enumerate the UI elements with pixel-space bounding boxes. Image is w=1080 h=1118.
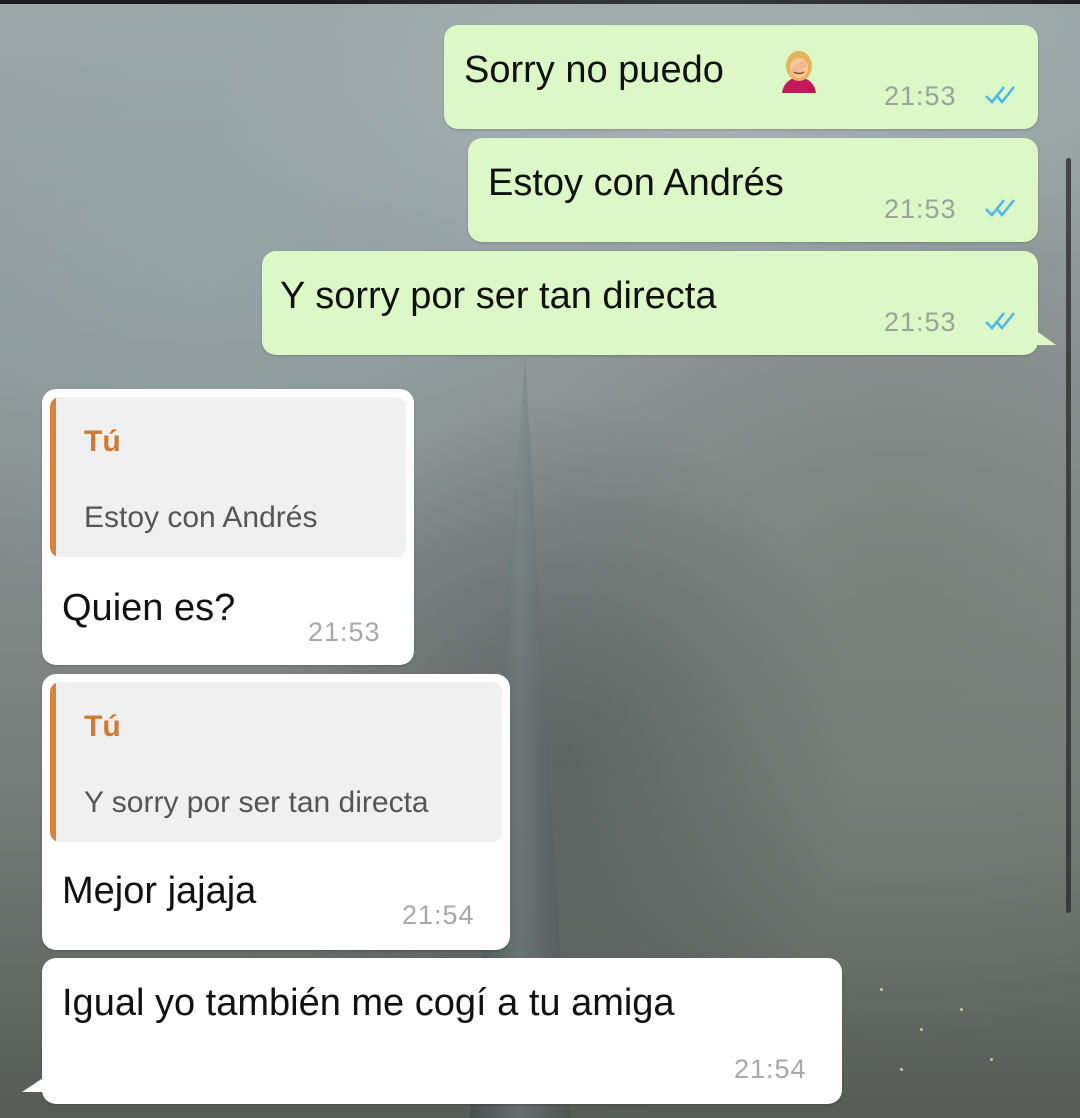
bubble-tail <box>1034 329 1056 345</box>
quoted-message[interactable]: Tú Estoy con Andrés <box>50 397 406 557</box>
read-ticks-icon <box>985 312 1016 331</box>
quote-author: Tú <box>84 425 121 458</box>
message-time: 21:53 <box>308 617 381 647</box>
scrollbar[interactable] <box>1066 158 1071 913</box>
read-ticks-icon <box>985 86 1016 105</box>
message-time: 21:53 <box>884 194 957 224</box>
quote-text: Y sorry por ser tan directa <box>84 786 429 819</box>
message-text: Estoy con Andrés <box>488 162 784 204</box>
message-text: Y sorry por ser tan directa <box>280 275 717 317</box>
incoming-message[interactable]: Tú Estoy con Andrés Quien es? 21:53 <box>42 389 414 665</box>
message-text: Mejor jajaja <box>62 870 257 912</box>
outgoing-message[interactable]: Y sorry por ser tan directa 21:53 <box>262 251 1056 355</box>
message-time: 21:54 <box>402 900 475 930</box>
message-text: Sorry no puedo <box>464 49 724 91</box>
message-time: 21:53 <box>884 307 957 337</box>
background-city-lights <box>860 958 1020 1088</box>
read-ticks-icon <box>985 199 1016 218</box>
message-time: 21:54 <box>734 1054 807 1084</box>
outgoing-message[interactable]: Sorry no puedo 21:53 <box>444 25 1038 129</box>
message-time: 21:53 <box>884 81 957 111</box>
incoming-message[interactable]: Tú Y sorry por ser tan directa Mejor jaj… <box>42 674 510 950</box>
quoted-message[interactable]: Tú Y sorry por ser tan directa <box>50 682 502 842</box>
quote-accent-bar <box>50 397 56 557</box>
woman-facepalming-icon <box>782 51 816 93</box>
bubble-tail <box>22 1076 46 1092</box>
quote-author: Tú <box>84 710 121 743</box>
incoming-message[interactable]: Igual yo también me cogí a tu amiga 21:5… <box>22 958 842 1104</box>
quote-accent-bar <box>50 682 56 842</box>
quote-text: Estoy con Andrés <box>84 501 318 534</box>
message-text: Igual yo también me cogí a tu amiga <box>62 982 675 1024</box>
outgoing-message[interactable]: Estoy con Andrés 21:53 <box>468 138 1038 242</box>
message-text: Quien es? <box>62 587 236 629</box>
